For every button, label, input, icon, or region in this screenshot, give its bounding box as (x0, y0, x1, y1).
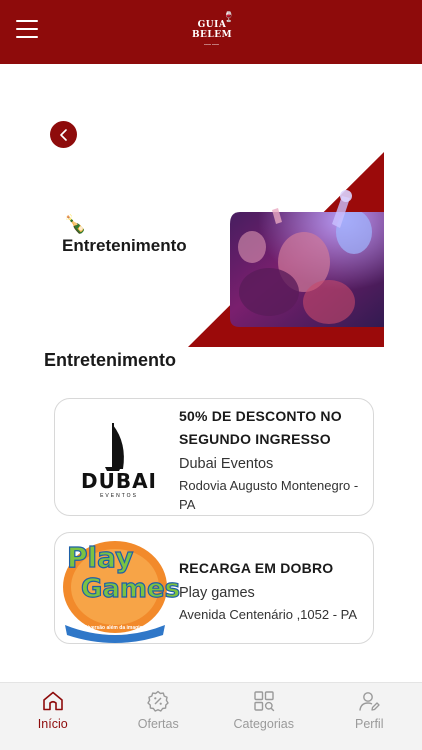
champagne-bottle-icon: 🍾 (64, 214, 87, 234)
logo-wave-decoration: ﹏﹏ (204, 39, 220, 46)
business-name: Dubai Eventos (179, 456, 274, 472)
back-button[interactable] (50, 121, 77, 148)
user-profile-icon (359, 692, 380, 711)
nav-label-perfil: Perfil (355, 717, 384, 731)
offer-title: 50% DE DESCONTO NO SEGUNDO INGRESSO (179, 408, 342, 447)
drinks-glass-icon: 🍷 (222, 12, 235, 23)
nav-item-inicio[interactable]: Início (0, 683, 106, 750)
nav-item-perfil[interactable]: Perfil (317, 683, 422, 750)
dubai-logo-wordmark: DUBAI (80, 469, 157, 493)
offer-card-dubai[interactable]: DUBAI EVENTOS 50% DE DESCONTO NO SEGUNDO… (54, 398, 374, 516)
play-games-logo: Play Games Diversão além da imaginação (61, 535, 181, 643)
banner-title: Entretenimento (62, 236, 187, 255)
section-title: Entretenimento (44, 350, 177, 370)
offer-info: RECARGA EM DOBRO Play games Avenida Cent… (179, 557, 371, 624)
dubai-logo: DUBAI EVENTOS (61, 405, 171, 509)
nav-label-inicio: Início (37, 717, 68, 731)
business-address: Rodovia Augusto Montenegro - PA (179, 478, 359, 512)
nav-item-categorias[interactable]: Categorias (211, 683, 317, 750)
play-games-logo-word-2: Games (80, 574, 181, 604)
offer-title: RECARGA EM DOBRO (179, 560, 334, 576)
chevron-left-icon (59, 128, 67, 141)
offer-info: 50% DE DESCONTO NO SEGUNDO INGRESSO Duba… (179, 405, 371, 514)
home-icon (42, 691, 63, 711)
category-banner: 🍾 Entretenimento (54, 152, 384, 347)
nav-item-ofertas[interactable]: Ofertas (106, 683, 212, 750)
nav-label-categorias: Categorias (233, 717, 294, 731)
business-name: Play games (179, 585, 255, 601)
categories-grid-icon (254, 691, 274, 712)
hamburger-menu-icon[interactable] (16, 20, 38, 38)
business-address: Avenida Centenário ,1052 - PA (179, 607, 358, 622)
top-app-bar: 🍷 GUIA BELEM ﹏﹏ (0, 0, 422, 64)
offer-card-playgames[interactable]: Play Games Diversão além da imaginação R… (54, 532, 374, 644)
play-games-logo-tagline: Diversão além da imaginação (83, 625, 155, 631)
guia-belem-logo[interactable]: 🍷 GUIA BELEM ﹏﹏ (186, 10, 238, 50)
nav-label-ofertas: Ofertas (137, 717, 179, 731)
bottom-navigation: Início Ofertas Categorias Perfil (0, 682, 422, 750)
play-games-logo-word-1: Play (66, 541, 134, 574)
discount-badge-icon (147, 690, 169, 712)
dubai-logo-subtext: EVENTOS (100, 493, 138, 499)
